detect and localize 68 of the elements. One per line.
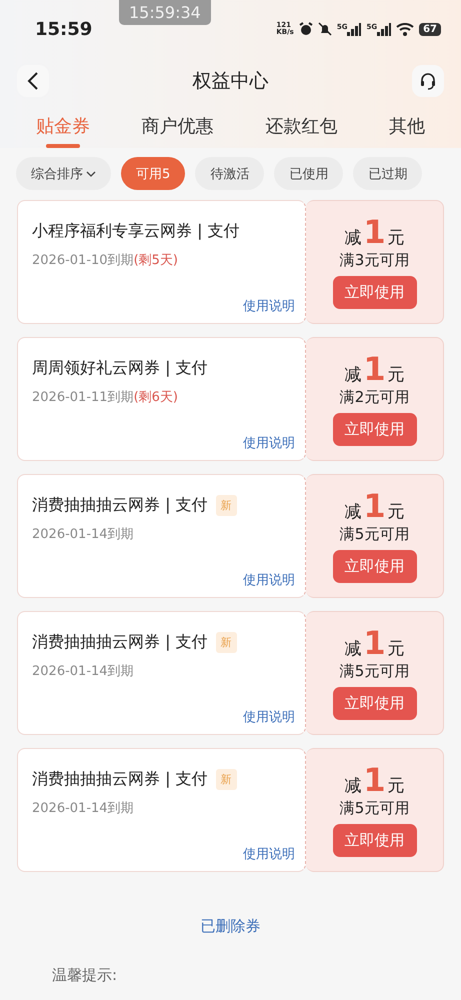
customer-service-button[interactable]: [412, 65, 444, 97]
currency-unit: 元: [388, 774, 405, 796]
filter-chip[interactable]: 待激活: [195, 157, 264, 190]
discount-amount: 1: [363, 764, 386, 796]
usage-condition: 满5元可用: [340, 524, 410, 544]
discount-label: 减: [344, 364, 362, 386]
tips-heading: 温馨提示:: [51, 965, 118, 985]
currency-unit: 元: [388, 226, 405, 248]
use-now-button[interactable]: 立即使用: [332, 686, 416, 720]
category-tab[interactable]: 还款红包: [259, 110, 344, 148]
usage-condition: 满5元可用: [340, 798, 410, 818]
recording-timer: 15:59:34: [119, 0, 211, 25]
usage-instructions-link[interactable]: 使用说明: [243, 571, 295, 589]
discount-amount: 1: [363, 352, 386, 384]
usage-condition: 满3元可用: [340, 250, 410, 270]
back-button[interactable]: [17, 65, 49, 97]
headset-icon: [419, 72, 437, 90]
filter-chip[interactable]: 已使用: [274, 157, 344, 190]
expiry-date: 2026-01-14到期: [32, 663, 135, 680]
filter-chip[interactable]: 可用5: [121, 157, 186, 190]
new-badge: 新: [216, 495, 237, 516]
use-now-button[interactable]: 立即使用: [332, 276, 416, 308]
chevron-down-icon: [86, 170, 96, 176]
status-time: 15:59: [35, 18, 92, 40]
usage-instructions-link[interactable]: 使用说明: [243, 434, 295, 452]
filter-chip[interactable]: 已过期: [353, 157, 422, 190]
discount-label: 减: [344, 774, 362, 796]
signal-icon: [377, 22, 392, 36]
new-badge: 新: [216, 769, 237, 790]
category-tab[interactable]: 其他: [383, 110, 432, 148]
expiry-date: 2026-01-10到期(剩5天): [32, 252, 179, 269]
usage-condition: 满2元可用: [340, 388, 410, 406]
deleted-coupons-link[interactable]: 已删除券: [200, 917, 260, 936]
category-tab[interactable]: 贴金券: [30, 110, 96, 148]
category-tab[interactable]: 商户优惠: [136, 110, 220, 148]
expiry-date: 2026-01-11到期(剩6天): [32, 389, 179, 406]
back-icon: [27, 72, 39, 90]
use-now-button[interactable]: 立即使用: [332, 550, 416, 582]
usage-instructions-link[interactable]: 使用说明: [243, 297, 295, 315]
alarm-icon: [298, 22, 313, 36]
expiry-date: 2026-01-14到期: [32, 526, 135, 543]
sort-dropdown[interactable]: 综合排序: [16, 157, 111, 190]
coupon-title: 消费抽抽抽云网券 | 支付: [32, 632, 208, 653]
coupon-title: 周周领好礼云网券 | 支付: [32, 358, 208, 379]
usage-instructions-link[interactable]: 使用说明: [243, 845, 295, 863]
discount-amount: 1: [363, 626, 386, 658]
discount-label: 减: [344, 500, 362, 522]
discount-amount: 1: [363, 216, 386, 248]
coupon-title: 小程序福利专享云网券 | 支付: [32, 221, 240, 242]
discount-label: 减: [344, 226, 362, 248]
new-badge: 新: [216, 632, 237, 653]
signal-icon: [347, 22, 362, 36]
battery-level: 67: [419, 22, 441, 36]
wifi-icon: [396, 22, 414, 36]
use-now-button[interactable]: 立即使用: [332, 412, 416, 446]
muted-bell-icon: [318, 22, 332, 36]
discount-label: 减: [344, 638, 362, 660]
expiry-date: 2026-01-14到期: [32, 800, 135, 817]
discount-amount: 1: [363, 490, 386, 522]
usage-instructions-link[interactable]: 使用说明: [243, 708, 295, 726]
currency-unit: 元: [388, 364, 405, 386]
coupon-title: 消费抽抽抽云网券 | 支付: [32, 495, 208, 516]
currency-unit: 元: [388, 638, 405, 660]
page-title: 权益中心: [192, 69, 268, 94]
currency-unit: 元: [388, 500, 405, 522]
usage-condition: 满5元可用: [340, 662, 410, 680]
use-now-button[interactable]: 立即使用: [332, 824, 416, 856]
coupon-title: 消费抽抽抽云网券 | 支付: [32, 769, 208, 790]
